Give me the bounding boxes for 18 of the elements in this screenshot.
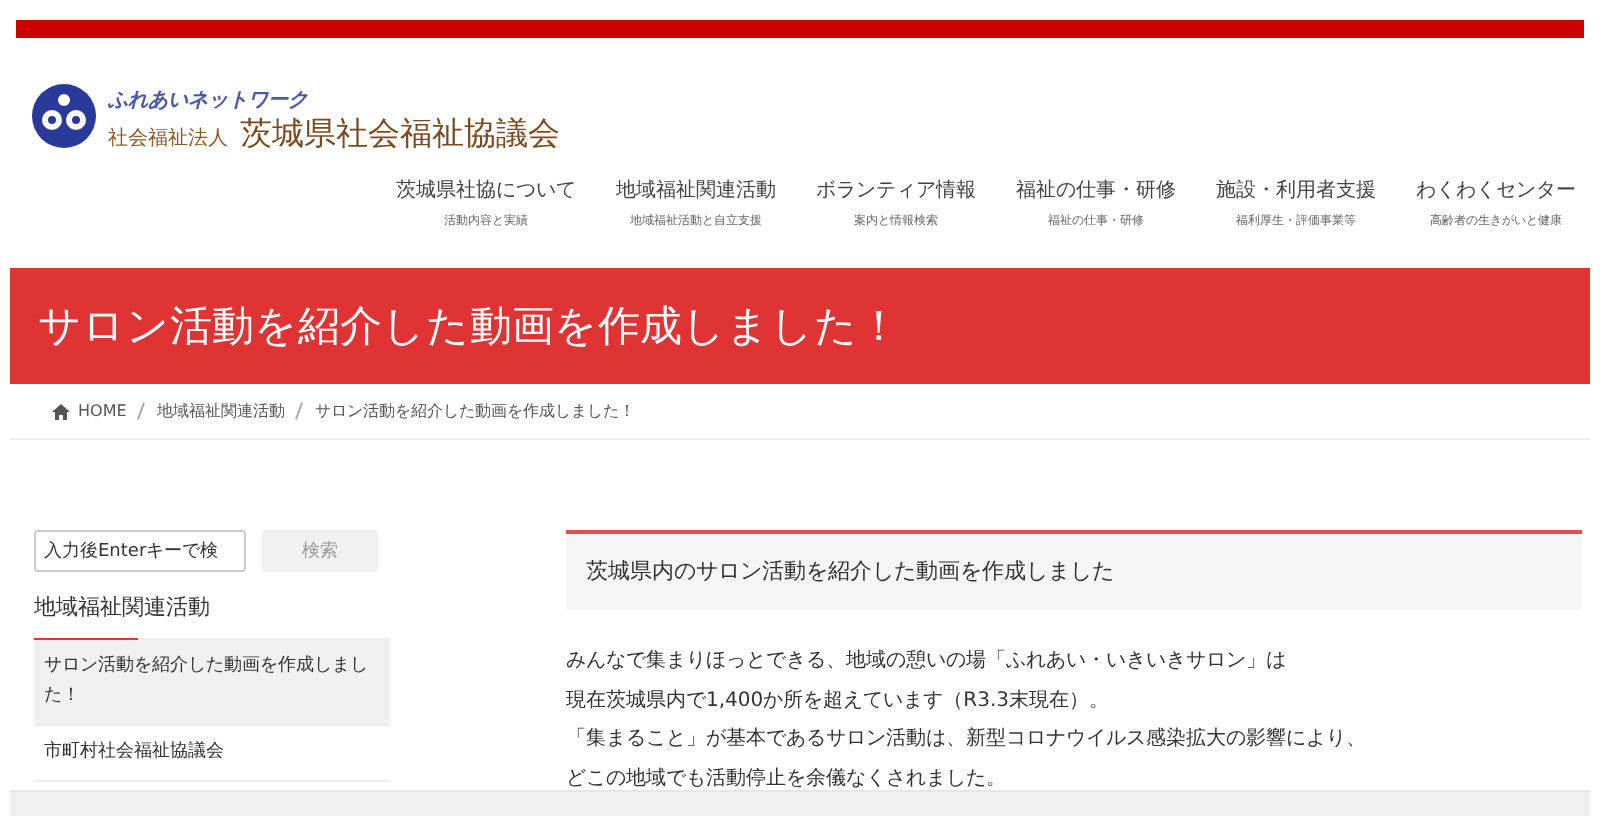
corporation-type: 社会福祉法人 <box>108 125 228 152</box>
sidebar-heading: 地域福祉関連活動 <box>34 592 212 624</box>
breadcrumb-link[interactable]: 地域福祉関連活動 <box>156 400 285 422</box>
article-text: 現在茨城県内で1,400か所を超えています（R3.3末現在）。 <box>566 687 1111 715</box>
article-text: どこの地域でも活動停止を余儀なくされました。 <box>566 765 1008 793</box>
page-title: サロン活動を紹介した動画を作成しました！ <box>38 300 900 354</box>
sidebar-item[interactable]: サロン活動を紹介した動画を作成しました！ <box>34 640 390 726</box>
home-icon <box>52 403 70 419</box>
article-text: 「集まること」が基本であるサロン活動は、新型コロナウイルス感染拡大の影響により、 <box>566 725 1368 754</box>
organization-name: 茨城県社会福祉協議会 <box>240 114 560 156</box>
article-heading: 茨城県内のサロン活動を紹介した動画を作成しました <box>566 530 1582 610</box>
logo-icon <box>32 84 96 148</box>
search-field[interactable]: 入力後Enterキーで検 <box>34 530 246 572</box>
breadcrumb-link[interactable]: HOME <box>78 402 127 420</box>
logo-tagline: ふれあいネットワーク <box>108 88 308 114</box>
breadcrumb-current: サロン活動を紹介した動画を作成しました！ <box>314 400 635 422</box>
sidebar-item[interactable]: 市町村社会福祉協議会 <box>34 726 390 782</box>
article-text: みんなで集まりほっとできる、地域の憩いの場「ふれあい・いきいきサロン」は <box>566 647 1288 676</box>
